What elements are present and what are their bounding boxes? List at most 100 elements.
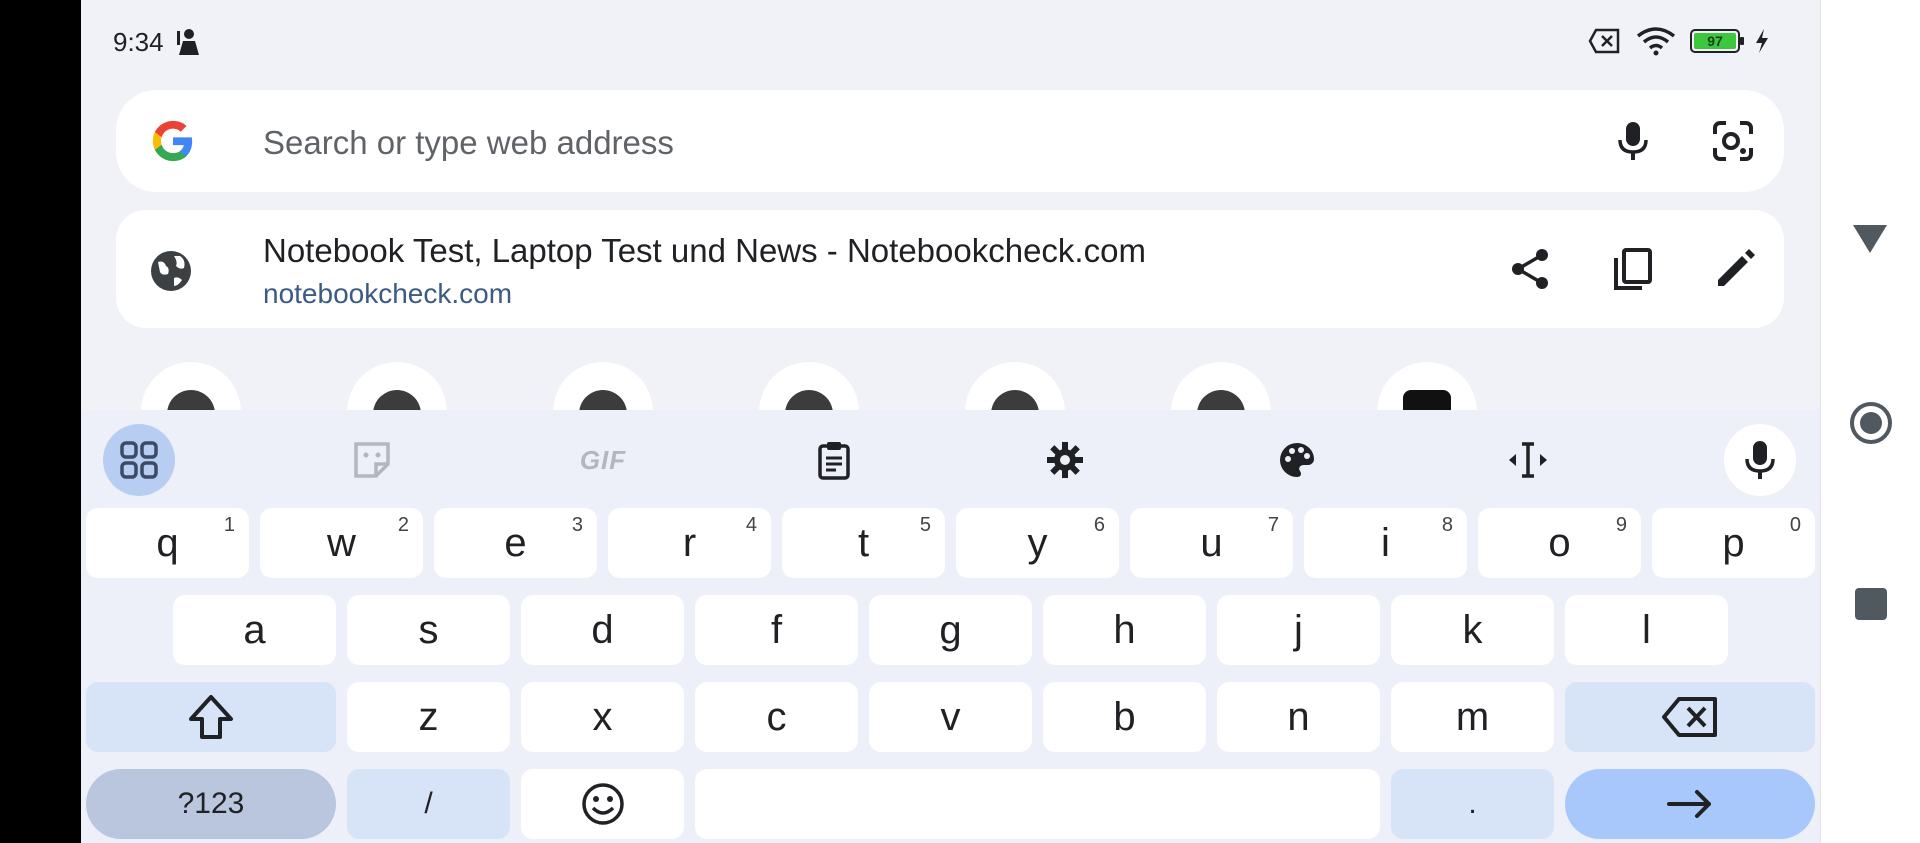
keyboard-toolbar: GIF (81, 416, 1820, 496)
suggestion-title: Notebook Test, Laptop Test und News - No… (263, 232, 1146, 269)
key-m[interactable]: m (1391, 682, 1554, 752)
key-a[interactable]: a (173, 595, 336, 665)
backspace-icon (1662, 697, 1717, 737)
omnibox[interactable]: Search or type web address (116, 90, 1784, 192)
key-label: t (857, 520, 870, 565)
voice-search-icon[interactable] (1610, 118, 1656, 164)
home-icon[interactable] (1848, 400, 1894, 446)
slash-key[interactable]: / (347, 769, 510, 839)
key-g[interactable]: g (869, 595, 1032, 665)
key-hint: 9 (1615, 514, 1627, 536)
key-u[interactable]: u7 (1130, 508, 1293, 578)
text-cursor-icon (1509, 442, 1547, 478)
apps-grid-button[interactable] (103, 424, 175, 496)
key-k[interactable]: k (1391, 595, 1554, 665)
key-label: o (1548, 520, 1571, 565)
key-h[interactable]: h (1043, 595, 1206, 665)
key-q[interactable]: q1 (86, 508, 249, 578)
go-key[interactable] (1565, 769, 1815, 839)
battery-icon: 97 (1690, 29, 1744, 53)
suggestion-actions (1508, 246, 1758, 292)
theme-button[interactable] (1261, 424, 1333, 496)
key-s[interactable]: s (347, 595, 510, 665)
key-hint: 0 (1789, 514, 1801, 536)
key-hint: 1 (223, 514, 235, 536)
phone-screen: 9:34 97 Search or type web address Noteb… (81, 0, 1820, 843)
backspace-key[interactable] (1565, 682, 1815, 752)
key-hint: 5 (919, 514, 931, 536)
key-b[interactable]: b (1043, 682, 1206, 752)
charging-icon (1756, 29, 1768, 53)
status-time: 9:34 (113, 27, 164, 57)
arrow-right-icon (1667, 790, 1711, 818)
clipboard-icon (818, 442, 850, 480)
key-t[interactable]: t5 (782, 508, 945, 578)
emoji-key[interactable] (521, 769, 684, 839)
key-w[interactable]: w2 (260, 508, 423, 578)
sticker-icon (354, 442, 390, 478)
key-p[interactable]: p0 (1652, 508, 1815, 578)
key-hint: 2 (397, 514, 409, 536)
key-x[interactable]: x (521, 682, 684, 752)
suggestion-item[interactable]: Notebook Test, Laptop Test und News - No… (116, 210, 1784, 328)
period-key[interactable]: . (1391, 769, 1554, 839)
palette-icon (1280, 443, 1314, 477)
sticker-button[interactable] (336, 424, 408, 496)
google-logo-icon (152, 120, 193, 162)
back-icon[interactable] (1850, 222, 1890, 256)
google-lens-icon[interactable] (1710, 118, 1756, 164)
key-f[interactable]: f (695, 595, 858, 665)
key-j[interactable]: j (1217, 595, 1380, 665)
key-hint: 7 (1267, 514, 1279, 536)
key-c[interactable]: c (695, 682, 858, 752)
key-hint: 4 (745, 514, 757, 536)
settings-button[interactable] (1029, 424, 1101, 496)
copy-icon[interactable] (1610, 246, 1656, 292)
shift-key[interactable] (86, 682, 336, 752)
key-label: y (1027, 520, 1048, 565)
gear-icon (1047, 442, 1083, 478)
key-n[interactable]: n (1217, 682, 1380, 752)
edit-icon[interactable] (1712, 246, 1758, 292)
key-label: w (327, 520, 356, 565)
key-r[interactable]: r4 (608, 508, 771, 578)
key-l[interactable]: l (1565, 595, 1728, 665)
globe-icon (151, 251, 191, 291)
gif-button[interactable]: GIF (567, 424, 639, 496)
key-label: q (156, 520, 179, 565)
key-i[interactable]: i8 (1304, 508, 1467, 578)
mic-icon (1745, 441, 1775, 479)
key-label: p (1722, 520, 1745, 565)
key-v[interactable]: v (869, 682, 1032, 752)
key-hint: 3 (571, 514, 583, 536)
text-cursor-button[interactable] (1492, 424, 1564, 496)
symbols-key[interactable]: ?123 (86, 769, 336, 839)
key-label: e (504, 520, 527, 565)
share-icon[interactable] (1508, 246, 1554, 292)
emoji-icon (581, 783, 624, 825)
key-label: u (1200, 520, 1223, 565)
space-key[interactable] (695, 769, 1380, 839)
key-label: r (682, 520, 697, 565)
soft-keyboard: GIF q 1 w 2 e 3 r 4 t 5 y 6 u 7 i 8 o 9 … (81, 410, 1820, 843)
status-icons: 97 (1588, 26, 1770, 56)
recents-icon[interactable] (1854, 587, 1888, 621)
shift-icon (189, 695, 233, 739)
key-d[interactable]: d (521, 595, 684, 665)
gif-label: GIF (579, 444, 627, 475)
search-input[interactable]: Search or type web address (263, 124, 674, 162)
key-y[interactable]: y6 (956, 508, 1119, 578)
key-label: i (1381, 520, 1390, 565)
apps-grid-icon (120, 441, 158, 479)
notification-icon (177, 29, 199, 55)
key-e[interactable]: e3 (434, 508, 597, 578)
key-z[interactable]: z (347, 682, 510, 752)
suggestion-url: notebookcheck.com (263, 278, 513, 309)
battery-level: 97 (1694, 33, 1736, 49)
no-sim-icon (1588, 28, 1620, 54)
navigation-bar (1820, 0, 1920, 843)
clipboard-button[interactable] (798, 424, 870, 496)
voice-typing-button[interactable] (1724, 424, 1796, 496)
key-hint: 8 (1441, 514, 1453, 536)
key-o[interactable]: o9 (1478, 508, 1641, 578)
